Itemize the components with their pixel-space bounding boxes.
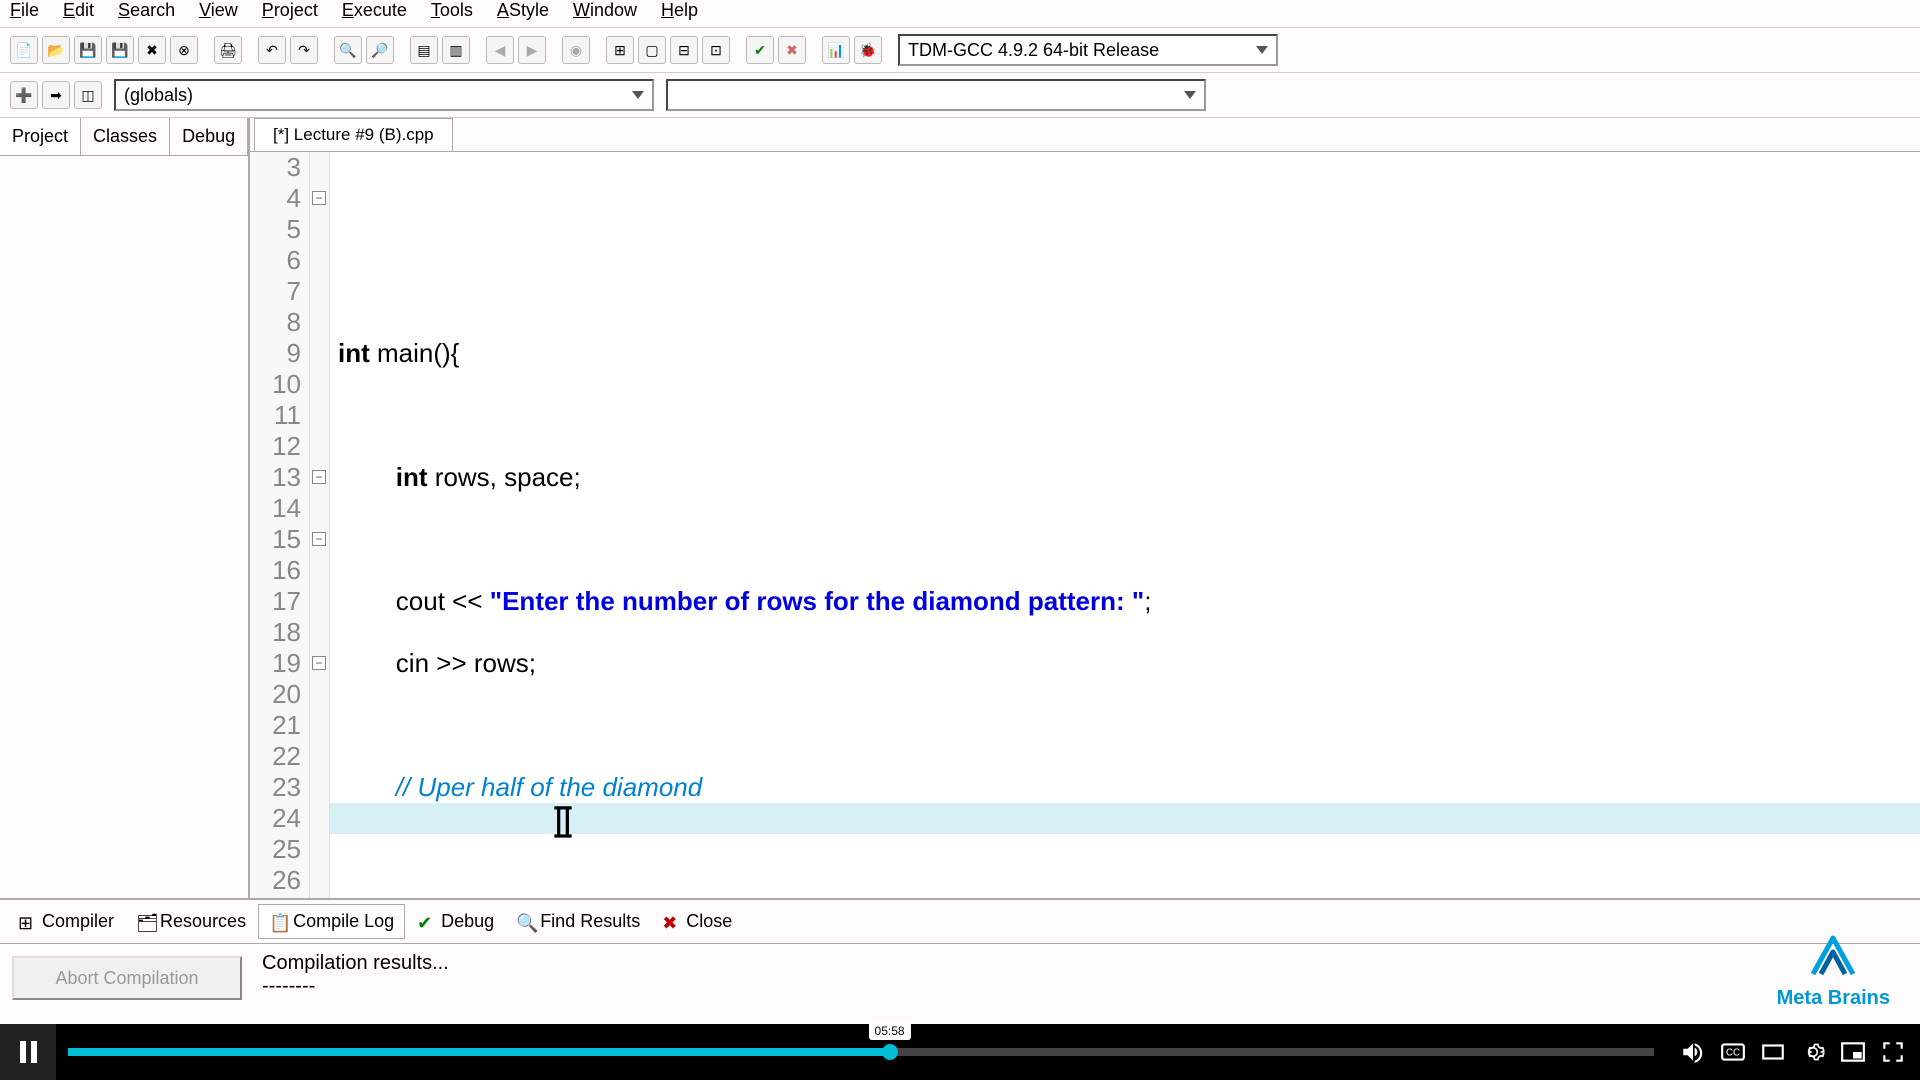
code-content[interactable]: int main(){ int rows, space; cout << "En… [330,152,1920,898]
debug-toggle-button[interactable]: 🐞 [854,36,882,64]
mouse-cursor-icon [550,803,576,843]
compiler-dropdown-label: TDM-GCC 4.9.2 64-bit Release [908,40,1159,61]
find-button[interactable]: 🔍 [334,36,362,64]
compile-button[interactable]: ⊞ [606,36,634,64]
chevron-down-icon [632,91,644,99]
bottom-tab-compile-log[interactable]: 📋 Compile Log [258,904,405,939]
check-icon: ✔ [417,913,435,931]
editor-area: [*] Lecture #9 (B).cpp 34567891011121314… [250,118,1920,898]
print-button[interactable]: 🖨 [214,36,242,64]
bottom-tab-find-results[interactable]: 🔍 Find Results [506,904,650,939]
side-tab-project[interactable]: Project [0,118,81,155]
redo-button[interactable]: ↷ [290,36,318,64]
bottom-tab-debug[interactable]: ✔ Debug [407,904,504,939]
toolbar-main: 📄 📂 💾 💾 ✖ ⊗ 🖨 ↶ ↷ 🔍 🔎 ▤ ▥ ◀ ▶ ◉ ⊞ ▢ ⊟ ⊡ … [0,27,1920,73]
goto-button[interactable]: ▤ [410,36,438,64]
fullscreen-icon[interactable] [1880,1039,1906,1065]
video-control-bar: 05:58 CC [0,1024,1920,1080]
scope-globals-dropdown[interactable]: (globals) [114,79,654,111]
grid-icon: ⊞ [18,913,36,931]
profile-analysis-button[interactable]: 📊 [822,36,850,64]
rebuild-button[interactable]: ⊡ [702,36,730,64]
pause-icon [20,1041,37,1063]
menu-astyle[interactable]: AStyle [497,0,549,21]
add-file-button[interactable]: ➡ [42,81,70,109]
scope-function-dropdown[interactable] [666,79,1206,111]
save-button[interactable]: 💾 [74,36,102,64]
forward-button[interactable]: ▶ [518,36,546,64]
fold-toggle-icon[interactable]: − [312,532,326,546]
compile-run-button[interactable]: ⊟ [670,36,698,64]
menu-execute[interactable]: Execute [342,0,407,21]
side-panel: Project Classes Debug [0,118,250,898]
fold-toggle-icon[interactable]: − [312,191,326,205]
scope-globals-label: (globals) [124,85,193,106]
new-file-button[interactable]: 📄 [10,36,38,64]
menu-edit[interactable]: Edit [63,0,94,21]
close-file-button[interactable]: ✖ [138,36,166,64]
menu-project[interactable]: Project [262,0,318,21]
svg-text:CC: CC [1726,1047,1740,1058]
menu-tools[interactable]: Tools [431,0,473,21]
video-time-tooltip: 05:58 [869,1022,911,1040]
main-area: Project Classes Debug [*] Lecture #9 (B)… [0,118,1920,898]
volume-icon[interactable] [1680,1039,1706,1065]
chevron-down-icon [1256,46,1268,54]
bottom-tab-resources[interactable]: 🗂 Resources [126,904,256,939]
log-icon: 📋 [269,913,287,931]
replace-button[interactable]: 🔎 [366,36,394,64]
menu-search[interactable]: Search [118,0,175,21]
pause-button[interactable] [0,1024,56,1080]
captions-icon[interactable]: CC [1720,1039,1746,1065]
cube-icon: 🗂 [136,913,154,931]
check-button[interactable]: ✔ [746,36,774,64]
side-tab-classes[interactable]: Classes [81,118,170,155]
watermark-text: Meta Brains [1777,987,1890,1010]
compiler-dropdown[interactable]: TDM-GCC 4.9.2 64-bit Release [898,34,1278,66]
menu-bar: File Edit Search View Project Execute To… [0,0,1920,27]
search-icon: 🔍 [516,913,534,931]
bottom-tab-close[interactable]: ✖ Close [652,904,742,939]
open-file-button[interactable]: 📂 [42,36,70,64]
fold-column: − − − − [310,152,330,898]
bottom-tab-bar: ⊞ Compiler 🗂 Resources 📋 Compile Log ✔ D… [0,898,1920,944]
goto-line-button[interactable]: ▥ [442,36,470,64]
compile-output-text: Compilation results... -------- [254,944,1920,1024]
chevron-down-icon [1184,91,1196,99]
new-project-button[interactable]: ➕ [10,81,38,109]
video-progress-thumb[interactable] [882,1044,898,1060]
meta-brains-logo-icon [1803,930,1863,978]
video-progress-track[interactable]: 05:58 [68,1048,1654,1056]
pip-icon[interactable] [1840,1039,1866,1065]
cancel-button[interactable]: ✖ [778,36,806,64]
quality-icon[interactable] [1760,1039,1786,1065]
save-all-button[interactable]: 💾 [106,36,134,64]
toolbar-scope: ➕ ➡ ◫ (globals) [0,73,1920,118]
run-button[interactable]: ▢ [638,36,666,64]
close-all-button[interactable]: ⊗ [170,36,198,64]
abort-compilation-button[interactable]: Abort Compilation [12,956,242,1000]
bottom-tab-compiler[interactable]: ⊞ Compiler [8,904,124,939]
back-button[interactable]: ◀ [486,36,514,64]
code-editor[interactable]: 3456789101112131415161718192021222324252… [250,152,1920,898]
bookmark-button[interactable]: ◫ [74,81,102,109]
close-icon: ✖ [662,913,680,931]
side-tab-debug[interactable]: Debug [170,118,248,155]
watermark: Meta Brains [1777,930,1890,1010]
insert-button[interactable]: ◉ [562,36,590,64]
file-tab-active[interactable]: [*] Lecture #9 (B).cpp [254,118,453,151]
menu-view[interactable]: View [199,0,238,21]
settings-icon[interactable] [1800,1039,1826,1065]
fold-toggle-icon[interactable]: − [312,470,326,484]
fold-toggle-icon[interactable]: − [312,656,326,670]
compile-output-panel: Abort Compilation Compilation results...… [0,944,1920,1024]
menu-file[interactable]: File [10,0,39,21]
menu-help[interactable]: Help [661,0,698,21]
menu-window[interactable]: Window [573,0,637,21]
line-number-gutter: 3456789101112131415161718192021222324252… [250,152,310,898]
video-progress-fill [68,1048,890,1056]
undo-button[interactable]: ↶ [258,36,286,64]
